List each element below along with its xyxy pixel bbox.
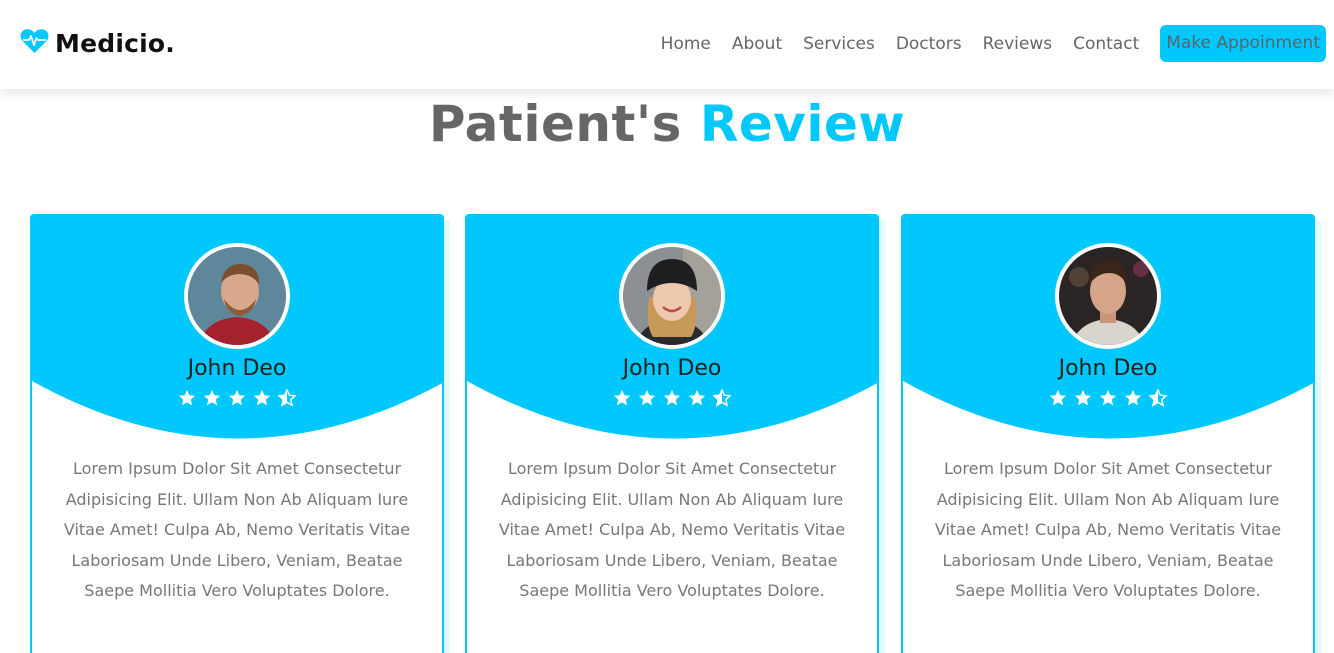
reviewer-name: John Deo — [1058, 356, 1158, 381]
star-full-icon — [613, 389, 630, 406]
section-title: Patient's Review — [0, 90, 1334, 158]
review-card: John Deo Lorem Ipsum Dolor Sit Amet Cons… — [30, 214, 444, 653]
star-rating — [32, 389, 442, 408]
avatar — [184, 243, 290, 349]
review-text: Lorem Ipsum Dolor Sit Amet Consectetur A… — [934, 459, 1282, 601]
reviewer-name: John Deo — [622, 356, 722, 381]
review-text: Lorem Ipsum Dolor Sit Amet Consectetur A… — [498, 459, 846, 601]
star-full-icon — [1099, 389, 1117, 406]
star-rating — [903, 389, 1313, 408]
star-full-icon — [228, 389, 246, 406]
section-title-accent: Review — [699, 95, 906, 153]
star-full-icon — [1049, 389, 1066, 406]
star-full-icon — [688, 389, 706, 406]
star-rating — [467, 389, 877, 408]
nav-services[interactable]: Services — [803, 26, 875, 62]
brand-logo[interactable]: Medicio. — [20, 28, 175, 58]
heartbeat-icon — [20, 28, 49, 58]
star-full-icon — [253, 389, 271, 406]
star-full-icon — [178, 389, 195, 406]
nav-home[interactable]: Home — [661, 26, 711, 62]
star-full-icon — [203, 389, 221, 406]
main-nav: Home About Services Doctors Reviews Cont… — [661, 25, 1326, 62]
make-appointment-button[interactable]: Make Appoinment — [1160, 25, 1326, 62]
nav-contact[interactable]: Contact — [1073, 26, 1139, 62]
star-half-icon — [1149, 389, 1168, 407]
brand-name: Medicio. — [55, 28, 175, 58]
star-half-icon — [713, 389, 732, 407]
nav-doctors[interactable]: Doctors — [896, 26, 962, 62]
review-text: Lorem Ipsum Dolor Sit Amet Consectetur A… — [63, 459, 411, 601]
review-card: John Deo Lorem Ipsum Dolor Sit Amet Cons… — [901, 214, 1315, 653]
reviewer-name: John Deo — [187, 356, 287, 381]
star-full-icon — [1124, 389, 1142, 406]
nav-about[interactable]: About — [732, 26, 782, 62]
section-title-main: Patient's — [428, 95, 682, 153]
avatar — [619, 243, 725, 349]
avatar — [1055, 243, 1161, 349]
site-header: Medicio. Home About Services Doctors Rev… — [0, 0, 1334, 89]
nav-reviews[interactable]: Reviews — [983, 26, 1053, 62]
star-half-icon — [278, 389, 297, 407]
star-full-icon — [663, 389, 681, 406]
star-full-icon — [638, 389, 656, 406]
review-card: John Deo Lorem Ipsum Dolor Sit Amet Cons… — [465, 214, 879, 653]
star-full-icon — [1074, 389, 1092, 406]
